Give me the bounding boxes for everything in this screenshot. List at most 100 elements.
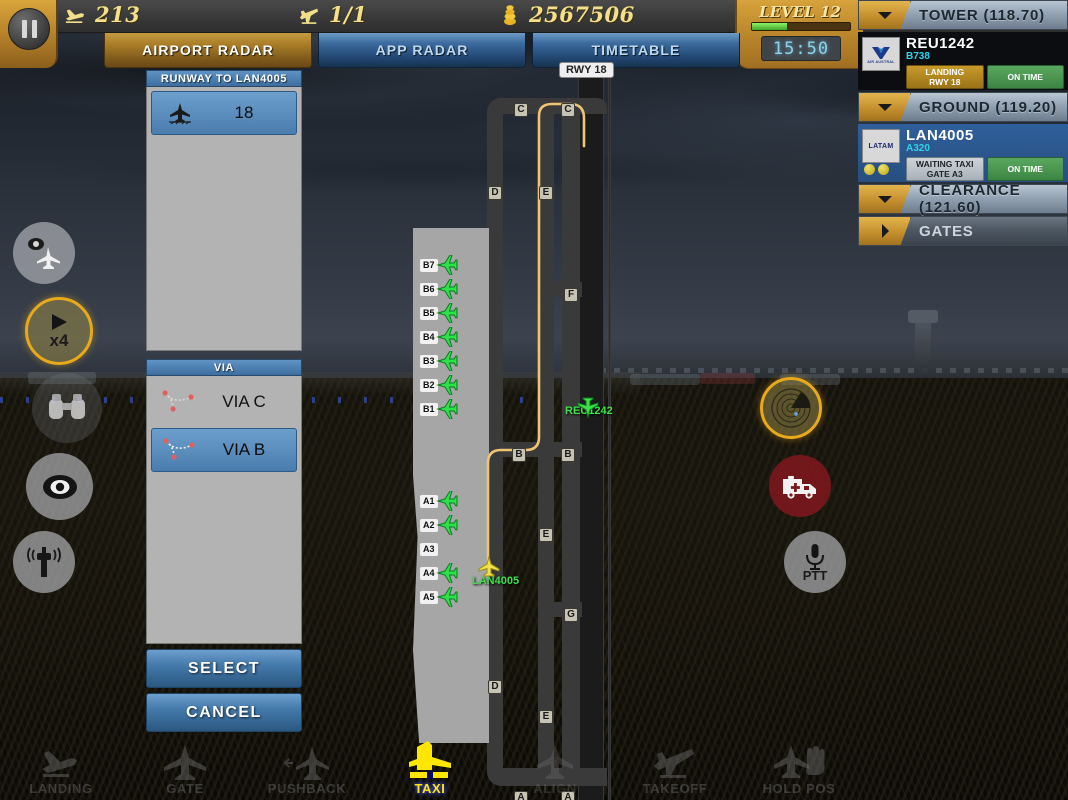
airport-map[interactable]: C C D E F B B E G D E A A B7 B6 B5 B4 B3… (410, 62, 625, 800)
money-value: 2567506 (529, 2, 635, 27)
flight-strip-reu1242[interactable]: AIR AUSTRAL REU1242 B738 LANDING RWY 18 … (858, 32, 1068, 90)
gate-label-a2[interactable]: A2 (420, 519, 438, 532)
gate-label-b2[interactable]: B2 (420, 379, 438, 392)
gate-label-a4[interactable]: A4 (420, 567, 438, 580)
cancel-button[interactable]: CANCEL (146, 693, 302, 732)
panel-header-tower[interactable]: TOWER (118.70) (858, 0, 1068, 30)
gate-plane-b1 (436, 399, 458, 419)
gate-label-a5[interactable]: A5 (420, 591, 438, 604)
departing-plane-icon (299, 8, 319, 24)
action-label: PUSHBACK (267, 781, 347, 796)
taxiway-marker-d: D (488, 680, 502, 694)
ptt-button[interactable]: PTT (784, 531, 846, 593)
taxiway-marker-e: E (539, 528, 553, 542)
action-takeoff[interactable]: TAKEOFF (620, 739, 730, 796)
taxi-icon (375, 739, 485, 781)
gate-plane-a4 (436, 563, 458, 583)
strip-ontime-tag: ON TIME (986, 157, 1064, 181)
eye-plane-icon (28, 238, 60, 269)
action-label: TAKEOFF (642, 781, 708, 796)
runway-dialog-header: RUNWAY TO LAN4005 (146, 70, 302, 87)
speed-button[interactable]: x4 (25, 297, 93, 365)
action-taxi[interactable]: TAXI (375, 739, 485, 796)
panel-header-gates[interactable]: GATES (858, 216, 1068, 246)
gate-label-b5[interactable]: B5 (420, 307, 438, 320)
aircraft-lan4005-icon[interactable] (478, 555, 500, 577)
gate-plane-a5 (436, 587, 458, 607)
tower-view-button[interactable] (13, 531, 75, 593)
radar-sweep-icon (771, 388, 811, 428)
taxiway-marker-f: F (564, 288, 578, 302)
gate-label-b7[interactable]: B7 (420, 259, 438, 272)
action-pushback[interactable]: PUSHBACK (252, 739, 362, 796)
panel-header-clearance[interactable]: CLEARANCE (121.60) (858, 182, 1068, 216)
taxiway-marker-g: G (564, 608, 578, 622)
pause-icon-bar (31, 20, 37, 38)
action-label: GATE (166, 781, 204, 796)
gate-label-a3[interactable]: A3 (420, 543, 438, 556)
runway-option-list[interactable]: 18 (146, 87, 302, 351)
tab-app-radar[interactable]: APP RADAR (318, 33, 526, 68)
select-button[interactable]: SELECT (146, 649, 302, 688)
via-option-list[interactable]: VIA C VIA B (146, 376, 302, 644)
taxi-route-path (486, 102, 586, 570)
level-progress-fill (752, 23, 788, 30)
strip-tags: WAITING TAXI GATE A3 ON TIME (906, 157, 1064, 181)
via-dialog-header: VIA (146, 359, 302, 376)
gate-label-b1[interactable]: B1 (420, 403, 438, 416)
gate-label-b4[interactable]: B4 (420, 331, 438, 344)
chevron-down-icon[interactable] (859, 1, 911, 29)
tab-airport-radar[interactable]: AIRPORT RADAR (104, 33, 312, 68)
chevron-down-icon[interactable] (859, 93, 911, 121)
view-button[interactable] (26, 453, 93, 520)
strip-status-tag[interactable]: LANDING RWY 18 (906, 65, 984, 89)
strip-callsign: REU1242 (906, 35, 975, 52)
emergency-button[interactable] (769, 455, 831, 517)
aircraft-reu1242-icon[interactable] (577, 397, 599, 419)
eye-icon (42, 474, 77, 499)
follow-aircraft-button[interactable] (13, 222, 75, 284)
stat-traffic: 1/1 (298, 2, 367, 27)
via-option-c[interactable]: VIA C (151, 380, 297, 424)
taxiway-marker-b: B (561, 448, 575, 462)
chevron-down-icon[interactable] (859, 185, 911, 213)
gate-label-b6[interactable]: B6 (420, 283, 438, 296)
strip-status-tag[interactable]: WAITING TAXI GATE A3 (906, 157, 984, 181)
action-landing[interactable]: LANDING (6, 739, 116, 796)
runway-via-dialog: RUNWAY TO LAN4005 18 VIA VIA C VIA B SEL… (146, 70, 302, 732)
takeoff-icon (620, 739, 730, 781)
chevron-right-icon[interactable] (859, 217, 911, 245)
gate-label-a1[interactable]: A1 (420, 495, 438, 508)
action-hold-position[interactable]: HOLD POS (744, 739, 854, 796)
action-gate[interactable]: GATE (130, 739, 240, 796)
panel-title-gates: GATES (919, 222, 974, 240)
runway-option-18[interactable]: 18 (151, 91, 297, 135)
panel-title-tower: TOWER (118.70) (919, 6, 1045, 24)
pause-button[interactable] (8, 8, 50, 50)
speed-label: x4 (49, 331, 69, 350)
binoculars-button[interactable] (32, 373, 102, 443)
taxiway-marker-c: C (561, 103, 575, 117)
action-label: ALIGN (533, 781, 577, 796)
panel-header-ground[interactable]: GROUND (119.20) (858, 92, 1068, 122)
gate-plane-a1 (436, 491, 458, 511)
via-option-b[interactable]: VIA B (151, 428, 297, 472)
strip-aircraft-type: B738 (906, 51, 930, 62)
radar-button[interactable] (760, 377, 822, 439)
clock-value: 15:50 (772, 38, 830, 59)
runway-option-label: 18 (234, 103, 254, 122)
latam-logo: LATAM (862, 129, 900, 163)
gate-plane-b3 (436, 351, 458, 371)
pause-area (0, 0, 58, 68)
ambulance-icon (783, 476, 816, 499)
air-austral-logo: AIR AUSTRAL (862, 37, 900, 71)
panel-title-ground: GROUND (119.20) (919, 98, 1057, 116)
action-align[interactable]: ALIGN (500, 739, 610, 796)
gate-label-b3[interactable]: B3 (420, 355, 438, 368)
view-tabs: AIRPORT RADAR APP RADAR TIMETABLE (104, 33, 740, 68)
binoculars-icon (49, 394, 85, 419)
air-austral-logo-text: AIR AUSTRAL (867, 60, 895, 64)
flight-strip-lan4005[interactable]: LATAM LAN4005 A320 WAITING TAXI GATE A3 … (858, 124, 1068, 182)
align-icon (500, 739, 610, 781)
background-parked-plane (630, 374, 700, 385)
